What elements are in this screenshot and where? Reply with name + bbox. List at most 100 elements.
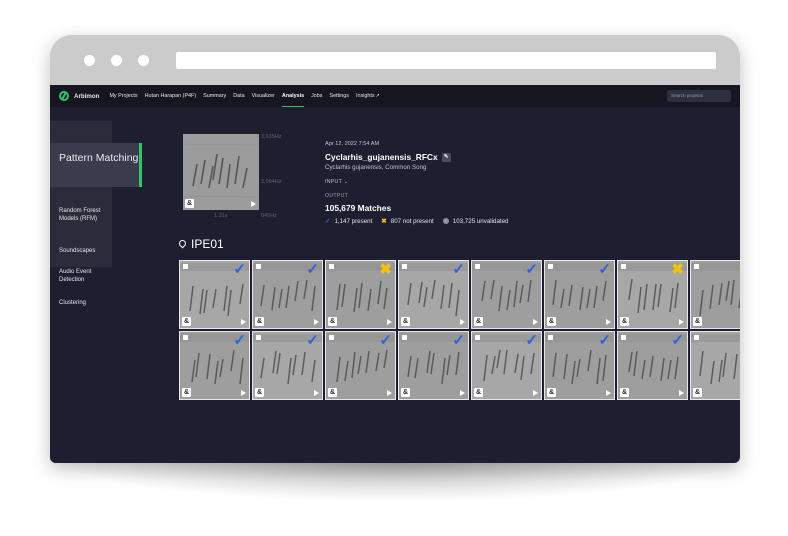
check-icon[interactable]: ✓ <box>598 333 611 348</box>
tile-checkbox[interactable] <box>475 264 480 269</box>
job-title: Cyclarhis_gujanensis_RFCx ✎ <box>325 152 451 162</box>
check-icon[interactable]: ✓ <box>452 262 465 277</box>
sound-logo-icon: & <box>547 317 556 326</box>
tile-checkbox[interactable] <box>548 264 553 269</box>
check-icon[interactable]: ✓ <box>306 262 319 277</box>
sidebar-item-pattern-matching[interactable]: Pattern Matching <box>50 143 142 187</box>
check-icon[interactable]: ✓ <box>525 333 538 348</box>
check-icon[interactable]: ✓ <box>452 333 465 348</box>
check-icon[interactable]: ✓ <box>379 333 392 348</box>
play-icon[interactable] <box>679 319 684 325</box>
play-icon[interactable] <box>241 390 246 396</box>
tile-checkbox[interactable] <box>402 335 407 340</box>
play-icon[interactable] <box>606 319 611 325</box>
play-icon[interactable] <box>606 390 611 396</box>
tile-checkbox[interactable] <box>694 264 699 269</box>
freq-high-label: 3,935Hz <box>261 134 282 140</box>
match-tile[interactable]: ✓& <box>398 260 469 329</box>
window-dot-close[interactable] <box>84 55 95 66</box>
play-icon[interactable] <box>460 319 465 325</box>
analysis-sidebar: Pattern Matching Random Forest Models (R… <box>50 107 142 463</box>
match-tile[interactable]: ✓& <box>544 260 615 329</box>
tile-checkbox[interactable] <box>256 264 261 269</box>
sound-logo-icon: & <box>182 317 191 326</box>
match-tile[interactable]: ✓& <box>325 331 396 400</box>
validation-stats: ✓ 1,147 present ✖ 807 not present 103,725 … <box>325 217 518 226</box>
match-tile[interactable]: ✓& <box>252 331 323 400</box>
play-icon[interactable] <box>533 390 538 396</box>
match-tile[interactable]: ✓& <box>690 331 740 400</box>
address-bar[interactable] <box>176 52 716 69</box>
nav-data[interactable]: Data <box>233 85 244 107</box>
sound-logo-icon: & <box>693 388 702 397</box>
tile-checkbox[interactable] <box>329 335 334 340</box>
nav-jobs[interactable]: Jobs <box>311 85 322 107</box>
arbimon-app: Arbimon My Projects Hutan Harapan (P4F) … <box>50 85 740 463</box>
sidebar-item-audio-event-detection[interactable]: Audio Event Detection <box>59 268 109 284</box>
check-icon[interactable]: ✓ <box>525 262 538 277</box>
match-tile[interactable]: ✓& <box>617 331 688 400</box>
nav-my-projects[interactable]: My Projects <box>109 85 137 107</box>
nav-project-name[interactable]: Hutan Harapan (P4F) <box>145 85 197 107</box>
pin-icon <box>177 238 188 248</box>
match-tile[interactable]: ✓& <box>471 260 542 329</box>
play-icon[interactable] <box>460 390 465 396</box>
nav-analysis[interactable]: Analysis <box>281 85 305 107</box>
check-icon[interactable]: ✓ <box>233 333 246 348</box>
match-tile[interactable]: ✖ & <box>617 260 688 329</box>
nav-insights[interactable]: Insights↗ <box>356 85 380 107</box>
sound-logo-icon: & <box>474 388 483 397</box>
input-toggle[interactable]: INPUT ⌄ <box>325 179 348 185</box>
tile-checkbox[interactable] <box>694 335 699 340</box>
cross-icon[interactable]: ✖ <box>379 262 392 277</box>
cross-icon[interactable]: ✖ <box>671 262 684 277</box>
sidebar-item-rfm[interactable]: Random Forest Models (RFM) <box>59 207 113 223</box>
tile-checkbox[interactable] <box>256 335 261 340</box>
brand-name: Arbimon <box>74 92 100 100</box>
check-icon[interactable]: ✓ <box>671 333 684 348</box>
cross-icon: ✖ <box>381 218 387 225</box>
window-dot-maximize[interactable] <box>138 55 149 66</box>
match-tile[interactable]: ✓& <box>544 331 615 400</box>
match-tile[interactable]: ✓& <box>179 260 250 329</box>
match-tile[interactable]: ✓& <box>179 331 250 400</box>
freq-low-label: 845Hz <box>261 213 277 219</box>
arbimon-logo-icon <box>59 91 69 101</box>
sidebar-item-soundscapes[interactable]: Soundscapes <box>59 247 95 255</box>
tile-checkbox[interactable] <box>402 264 407 269</box>
tile-checkbox[interactable] <box>329 264 334 269</box>
nav-settings[interactable]: Settings <box>329 85 348 107</box>
play-icon[interactable] <box>679 390 684 396</box>
nav-summary[interactable]: Summary <box>203 85 226 107</box>
play-icon[interactable] <box>314 319 319 325</box>
match-tile[interactable]: ✓& <box>252 260 323 329</box>
check-icon[interactable]: ✓ <box>233 262 246 277</box>
sidebar-item-clustering[interactable]: Clustering <box>59 299 86 307</box>
tile-checkbox[interactable] <box>475 335 480 340</box>
match-tile[interactable]: ✓& <box>471 331 542 400</box>
tile-checkbox[interactable] <box>183 264 188 269</box>
match-tile[interactable]: ✓& <box>690 260 740 329</box>
window-dot-minimize[interactable] <box>111 55 122 66</box>
check-icon[interactable]: ✓ <box>306 333 319 348</box>
tile-checkbox[interactable] <box>621 335 626 340</box>
template-spectrogram[interactable]: & <box>183 134 259 210</box>
match-tile[interactable]: ✓& <box>398 331 469 400</box>
tile-checkbox[interactable] <box>621 264 626 269</box>
pencil-icon[interactable]: ✎ <box>441 152 451 162</box>
play-icon[interactable] <box>241 319 246 325</box>
brand[interactable]: Arbimon <box>59 91 99 101</box>
sound-logo-icon: & <box>401 317 410 326</box>
search-projects-input[interactable]: Search projects <box>667 90 731 102</box>
play-icon[interactable] <box>251 201 256 207</box>
check-icon[interactable]: ✓ <box>598 262 611 277</box>
play-icon[interactable] <box>314 390 319 396</box>
tile-checkbox[interactable] <box>548 335 553 340</box>
play-icon[interactable] <box>533 319 538 325</box>
match-tile[interactable]: ✖ & <box>325 260 396 329</box>
play-icon[interactable] <box>387 319 392 325</box>
nav-visualizer[interactable]: Visualizer <box>252 85 275 107</box>
tile-checkbox[interactable] <box>183 335 188 340</box>
template-spectrogram-image <box>183 134 259 210</box>
play-icon[interactable] <box>387 390 392 396</box>
